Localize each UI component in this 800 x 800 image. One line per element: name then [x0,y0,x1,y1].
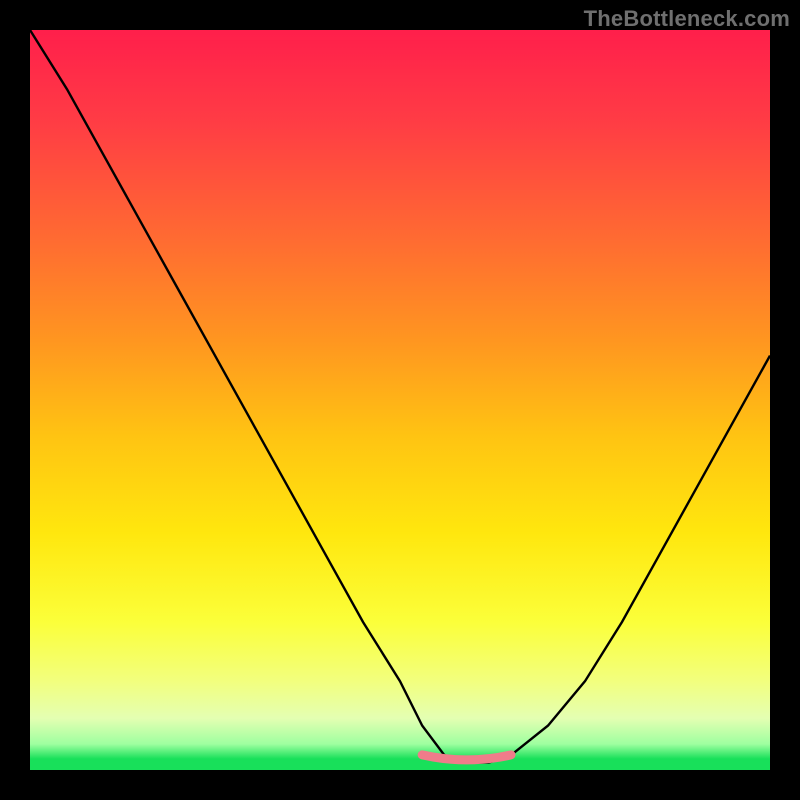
watermark-text: TheBottleneck.com [584,6,790,32]
bottleneck-curve [30,30,770,763]
chart-stage: TheBottleneck.com [0,0,800,800]
chart-curves [30,30,770,770]
min-highlight-segment [422,755,511,760]
chart-plot-area [30,30,770,770]
